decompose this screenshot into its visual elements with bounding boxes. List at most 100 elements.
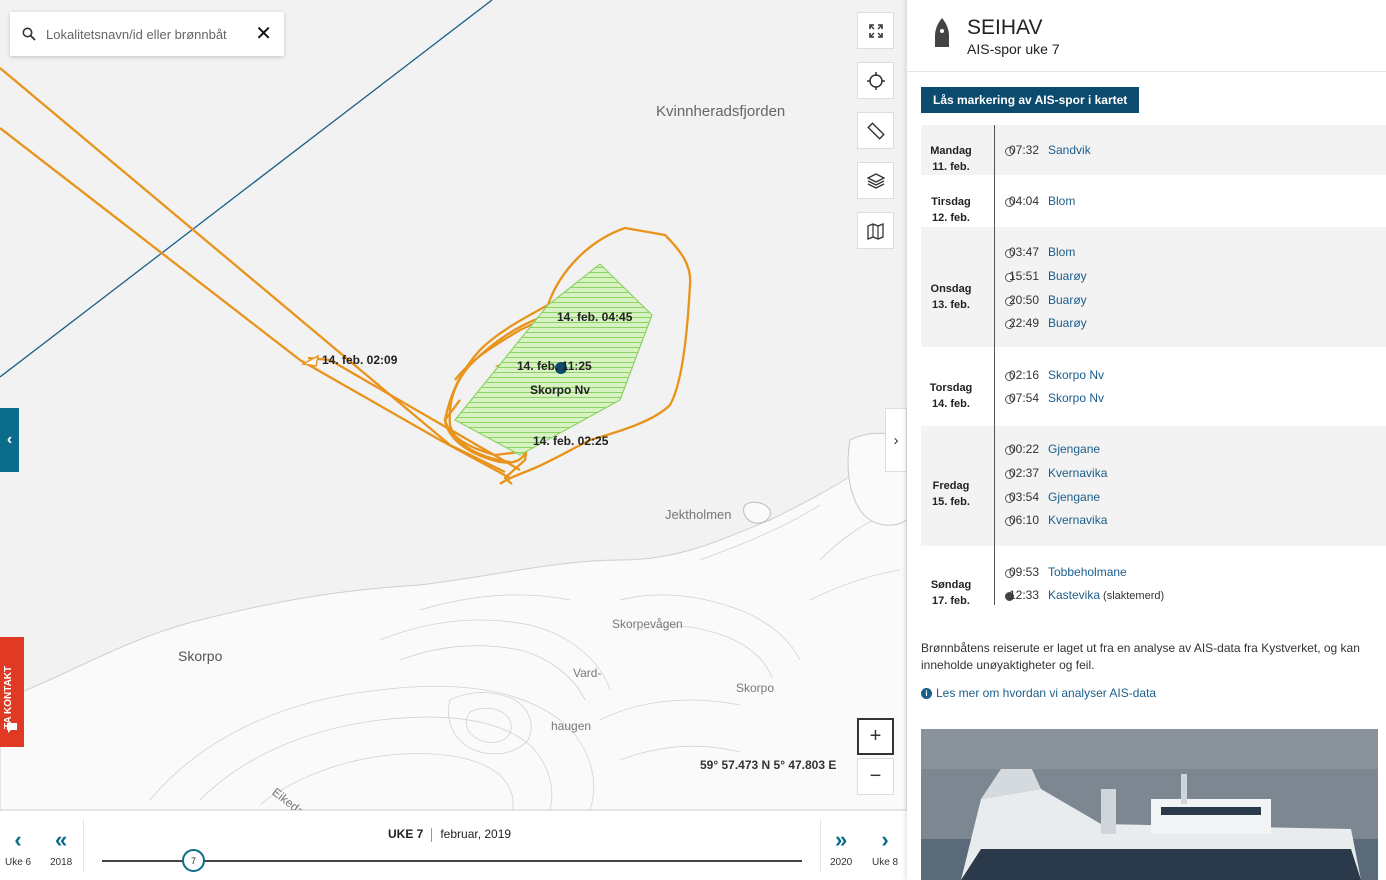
entry-location-link[interactable]: Tobbeholmane: [1048, 565, 1127, 579]
crosshair-icon: [866, 71, 885, 90]
locate-button[interactable]: [857, 62, 894, 99]
vessel-side-panel: SEIHAV AIS-spor uke 7 Lås markering av A…: [907, 0, 1386, 880]
week-timeline: ‹ Uke 6 « 2018 UKE 7 februar, 2019 7 » 20…: [0, 810, 907, 880]
zoom-in-button[interactable]: +: [857, 718, 894, 755]
entry-location-link[interactable]: Kvernavika: [1048, 513, 1107, 527]
zoom-out-button[interactable]: −: [857, 758, 894, 795]
day-label: Søndag 17. feb.: [921, 577, 981, 609]
track-label-c: 14. feb. 11:25: [517, 359, 592, 373]
chat-icon: [7, 723, 17, 733]
disclaimer-text: Brønnbåtens reiserute er laget ut fra en…: [921, 641, 1360, 672]
day-label: Fredag 15. feb.: [921, 478, 981, 510]
prev-year-button[interactable]: « 2018: [50, 829, 72, 869]
ais-entry: 04:04 Blom: [1009, 194, 1075, 208]
entry-location-link[interactable]: Gjengane: [1048, 490, 1100, 504]
place-label-haugen: haugen: [551, 719, 592, 733]
day-block: Mandag 11. feb. 07:32 Sandvik: [921, 125, 1386, 175]
boat-icon: [935, 18, 949, 47]
day-block: Fredag 15. feb. 00:22 Gjengane 02:37 Kvernavi…: [921, 426, 1386, 546]
search-input[interactable]: [46, 26, 256, 42]
entry-location-link[interactable]: Buarøy: [1048, 269, 1087, 283]
map-view[interactable]: Kvinnheradsfjorden Jektholmen Skorpo Sko…: [0, 0, 907, 810]
toggle-side-panel-button[interactable]: ›: [885, 408, 907, 472]
current-week-display: UKE 7 februar, 2019: [388, 827, 511, 842]
collapse-left-panel-button[interactable]: ‹: [0, 408, 19, 472]
day-date: 17. feb.: [932, 594, 970, 607]
place-label-vard: Vard-: [573, 666, 602, 680]
ais-entry: 07:32 Sandvik: [1009, 143, 1091, 157]
timeline-slider-track[interactable]: [102, 860, 802, 862]
entry-time: 09:53: [1009, 565, 1040, 579]
jektholmen-islet: [743, 501, 771, 524]
prev-week-label: Uke 6: [5, 857, 32, 868]
ais-entry: 03:54 Gjengane: [1009, 490, 1100, 504]
ais-entry: 07:54 Skorpo Nv: [1009, 391, 1104, 405]
learn-more-link[interactable]: i Les mer om hvordan vi analyser AIS-data: [921, 686, 1156, 700]
next-week-button[interactable]: › Uke 8: [872, 829, 899, 869]
chevron-left-icon: ‹: [6, 431, 13, 448]
entry-location-link[interactable]: Gjengane: [1048, 442, 1100, 456]
chevron-left-icon: ‹: [14, 827, 22, 852]
double-chevron-right-icon: »: [835, 827, 848, 852]
fullscreen-button[interactable]: [857, 12, 894, 49]
day-name: Søndag: [930, 578, 972, 591]
track-label-b: 14. feb. 04:45: [557, 310, 633, 324]
contact-tab[interactable]: TA KONTAKT: [0, 637, 24, 747]
entry-location-link[interactable]: Kastevika: [1048, 588, 1100, 602]
timeline-slider-handle[interactable]: 7: [182, 849, 205, 872]
timeline-vertical-line: [994, 125, 995, 605]
day-name: Torsdag: [929, 381, 973, 394]
layers-button[interactable]: [857, 162, 894, 199]
divider: [83, 819, 84, 873]
chevron-right-icon: ›: [893, 431, 899, 449]
place-label-skorpo-west: Skorpo: [178, 648, 223, 664]
fullscreen-icon: [868, 23, 883, 38]
ruler-icon: [866, 121, 885, 140]
ais-entry: 22:49 Buarøy: [1009, 316, 1087, 330]
next-week-label: Uke 8: [872, 857, 899, 868]
farm-zone-label[interactable]: Skorpo Nv: [530, 383, 590, 397]
vessel-photo: [921, 729, 1378, 880]
entry-location-link[interactable]: Kvernavika: [1048, 466, 1107, 480]
entry-location-link[interactable]: Buarøy: [1048, 316, 1087, 330]
entry-location-link[interactable]: Skorpo Nv: [1048, 391, 1104, 405]
ais-entry: 09:53 Tobbeholmane: [1009, 565, 1127, 579]
day-block: Søndag 17. feb. 09:53 Tobbeholmane 12:33 Kast…: [921, 548, 1386, 624]
day-label: Tirsdag 12. feb.: [921, 194, 981, 226]
entry-time: 03:54: [1009, 490, 1040, 504]
entry-location-link[interactable]: Blom: [1048, 245, 1075, 259]
map-help-button[interactable]: [857, 212, 894, 249]
ais-entry: 00:22 Gjengane: [1009, 442, 1100, 456]
prev-week-button[interactable]: ‹ Uke 6: [5, 827, 32, 869]
entry-time: 02:16: [1009, 368, 1040, 382]
entry-time: 02:37: [1009, 466, 1040, 480]
entry-location-link[interactable]: Skorpo Nv: [1048, 368, 1104, 382]
search-icon: [22, 27, 36, 41]
day-name: Fredag: [932, 479, 970, 492]
entry-time: 12:33: [1009, 588, 1040, 602]
entry-location-link[interactable]: Buarøy: [1048, 293, 1087, 307]
clear-search-button[interactable]: ✕: [255, 24, 272, 44]
divider: [431, 827, 433, 842]
place-label-kvinnheradsfjorden: Kvinnheradsfjorden: [656, 103, 786, 120]
next-year-label: 2020: [830, 857, 853, 868]
place-label-skorpevagen: Skorpevågen: [612, 617, 683, 631]
ais-entry: 20:50 Buarøy: [1009, 293, 1087, 307]
vessel-route-line: [0, 0, 493, 378]
entry-location-link[interactable]: Sandvik: [1048, 143, 1091, 157]
entry-location-link[interactable]: Blom: [1048, 194, 1075, 208]
vessel-image: [921, 729, 1378, 880]
day-date: 12. feb.: [932, 212, 970, 224]
day-date: 14. feb.: [932, 397, 970, 410]
day-date: 11. feb.: [932, 161, 970, 173]
measure-button[interactable]: [857, 112, 894, 149]
search-box: ✕: [10, 12, 284, 56]
contact-tab-label: TA KONTAKT: [3, 665, 14, 729]
day-block: Torsdag 14. feb. 02:16 Skorpo Nv 07:54 Skorpo…: [921, 349, 1386, 424]
entry-time: 06:10: [1009, 513, 1040, 527]
lock-ais-marking-button[interactable]: Lås markering av AIS-spor i kartet: [921, 87, 1140, 113]
entry-time: 07:54: [1009, 391, 1040, 405]
entry-time: 04:04: [1009, 194, 1040, 208]
next-year-button[interactable]: » 2020: [830, 827, 853, 869]
learn-more-label: Les mer om hvordan vi analyser AIS-data: [936, 686, 1157, 700]
